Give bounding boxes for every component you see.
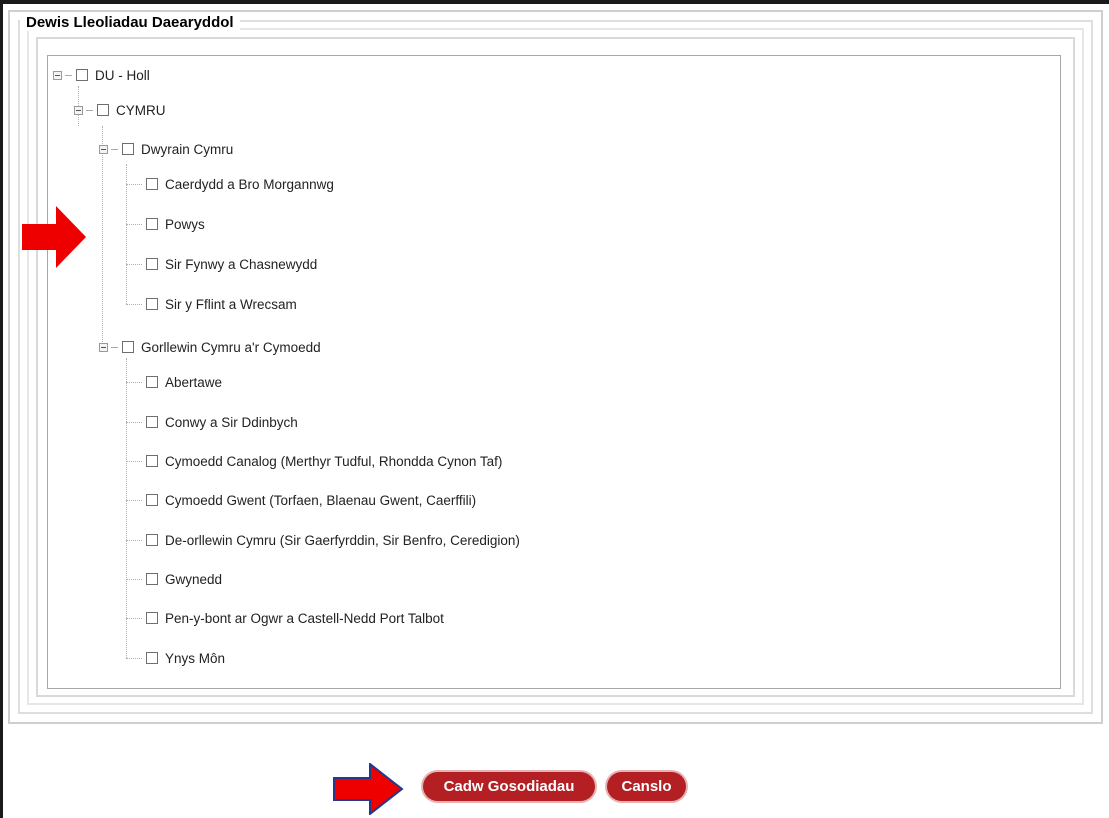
tree-connector: [126, 500, 142, 501]
tree-node-label[interactable]: Gorllewin Cymru a'r Cymoedd: [141, 340, 321, 355]
tree-node-leaf: Pen-y-bont ar Ogwr a Castell-Nedd Port T…: [146, 608, 444, 628]
tree-connector: [126, 382, 142, 383]
tree-connector: [126, 358, 127, 658]
section-legend: Dewis Lleoliadau Daearyddol: [20, 14, 240, 31]
tree-node-label[interactable]: Gwynedd: [165, 572, 222, 587]
tree-node-leaf: Cymoedd Gwent (Torfaen, Blaenau Gwent, C…: [146, 490, 476, 510]
tree-node-label[interactable]: Conwy a Sir Ddinbych: [165, 415, 298, 430]
location-tree-panel: DU - Holl CYMRU Dwyrain Cymru Caerdydd a…: [47, 55, 1061, 689]
window-left-border: [0, 0, 3, 818]
tree-node-country: CYMRU: [74, 100, 166, 120]
tree-node-leaf: Gwynedd: [146, 569, 222, 589]
checkbox[interactable]: [76, 69, 88, 81]
checkbox[interactable]: [146, 652, 158, 664]
tree-node-root: DU - Holl: [53, 65, 150, 85]
tree-node-label[interactable]: CYMRU: [116, 103, 166, 118]
tree-node-label[interactable]: De-orllewin Cymru (Sir Gaerfyrddin, Sir …: [165, 533, 520, 548]
checkbox[interactable]: [146, 416, 158, 428]
checkbox[interactable]: [146, 258, 158, 270]
tree-node-group: Gorllewin Cymru a'r Cymoedd: [99, 337, 321, 357]
tree-node-leaf: Sir Fynwy a Chasnewydd: [146, 254, 317, 274]
tree-node-label[interactable]: Sir Fynwy a Chasnewydd: [165, 257, 317, 272]
checkbox[interactable]: [146, 534, 158, 546]
checkbox[interactable]: [146, 573, 158, 585]
tree-connector: [126, 579, 142, 580]
tree-node-label[interactable]: DU - Holl: [95, 68, 150, 83]
tree-node-label[interactable]: Caerdydd a Bro Morgannwg: [165, 177, 334, 192]
cancel-button[interactable]: Canslo: [607, 772, 686, 801]
tree-node-leaf: De-orllewin Cymru (Sir Gaerfyrddin, Sir …: [146, 530, 520, 550]
tree-node-label[interactable]: Sir y Fflint a Wrecsam: [165, 297, 297, 312]
tree-connector: [126, 264, 142, 265]
tree-connector: [126, 422, 142, 423]
checkbox[interactable]: [97, 104, 109, 116]
tree-connector: [126, 184, 142, 185]
collapse-icon[interactable]: [99, 342, 108, 352]
tree-node-leaf: Caerdydd a Bro Morgannwg: [146, 174, 334, 194]
collapse-icon[interactable]: [99, 144, 108, 154]
checkbox[interactable]: [146, 494, 158, 506]
tree-node-label[interactable]: Abertawe: [165, 375, 222, 390]
collapse-icon[interactable]: [74, 105, 83, 115]
tree-connector: [126, 658, 142, 659]
tree-node-leaf: Sir y Fflint a Wrecsam: [146, 294, 297, 314]
checkbox[interactable]: [146, 218, 158, 230]
tree-node-label[interactable]: Ynys Môn: [165, 651, 225, 666]
tree-node-leaf: Powys: [146, 214, 205, 234]
tree-connector: [126, 164, 127, 304]
tree-node-label[interactable]: Dwyrain Cymru: [141, 142, 233, 157]
checkbox[interactable]: [146, 612, 158, 624]
tree-connector: [126, 304, 142, 305]
tree-node-label[interactable]: Powys: [165, 217, 205, 232]
checkbox[interactable]: [146, 455, 158, 467]
checkbox[interactable]: [146, 376, 158, 388]
save-settings-button[interactable]: Cadw Gosodiadau: [423, 772, 595, 801]
arrow-right-icon: [22, 206, 86, 268]
tree-node-group: Dwyrain Cymru: [99, 139, 233, 159]
tree-connector: [126, 540, 142, 541]
window-top-border: [0, 0, 1109, 4]
arrow-right-icon: [333, 763, 404, 815]
tree-node-leaf: Cymoedd Canalog (Merthyr Tudful, Rhondda…: [146, 451, 502, 471]
tree-connector: [126, 224, 142, 225]
collapse-icon[interactable]: [53, 70, 62, 80]
checkbox[interactable]: [122, 143, 134, 155]
tree-node-leaf: Abertawe: [146, 372, 222, 392]
tree-connector: [102, 126, 103, 346]
tree-node-label[interactable]: Pen-y-bont ar Ogwr a Castell-Nedd Port T…: [165, 611, 444, 626]
checkbox[interactable]: [146, 298, 158, 310]
tree-connector: [126, 618, 142, 619]
tree-connector: [126, 461, 142, 462]
tree-node-label[interactable]: Cymoedd Canalog (Merthyr Tudful, Rhondda…: [165, 454, 502, 469]
checkbox[interactable]: [122, 341, 134, 353]
tree-node-leaf: Ynys Môn: [146, 648, 225, 668]
checkbox[interactable]: [146, 178, 158, 190]
tree-node-label[interactable]: Cymoedd Gwent (Torfaen, Blaenau Gwent, C…: [165, 493, 476, 508]
tree-node-leaf: Conwy a Sir Ddinbych: [146, 412, 298, 432]
